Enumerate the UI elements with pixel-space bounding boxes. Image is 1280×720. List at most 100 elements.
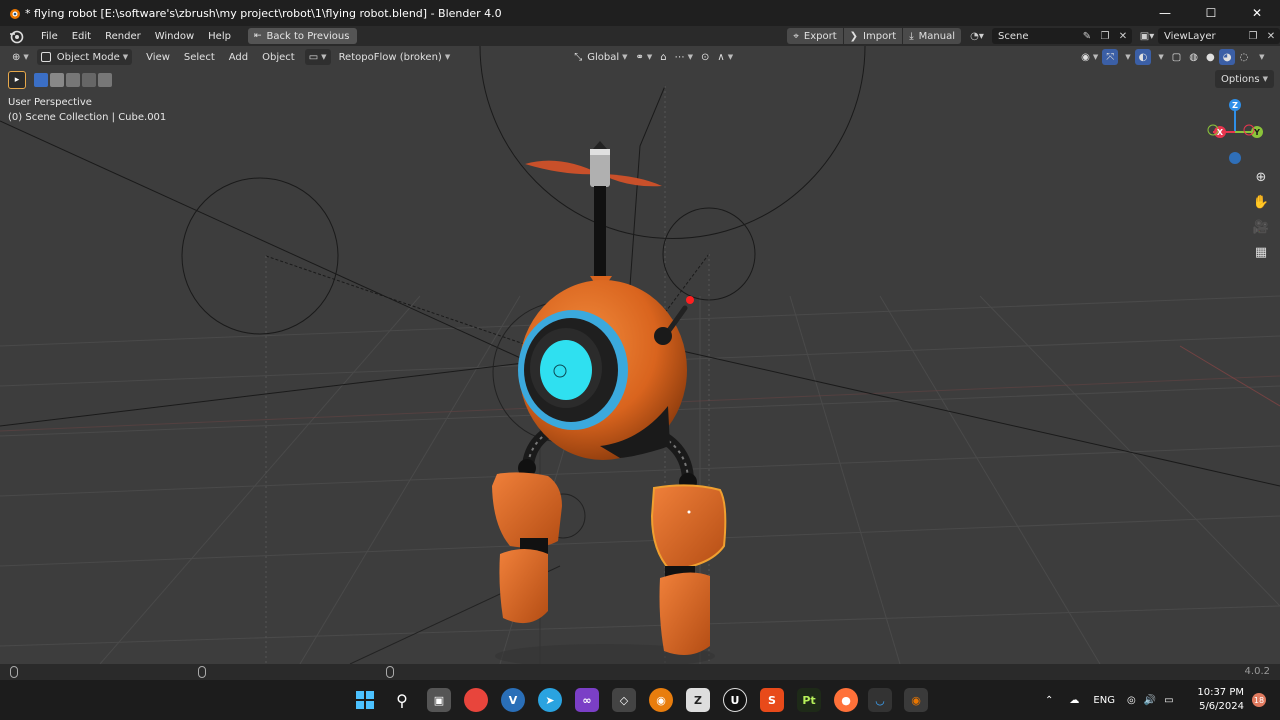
delete-scene-icon[interactable]: ✕ [1114, 28, 1132, 44]
battery-icon[interactable]: ▭ [1164, 695, 1173, 706]
blender-taskbar-icon[interactable]: ◉ [649, 688, 673, 712]
export-icon: ⌖ [793, 30, 799, 42]
viewport-scene[interactable] [0, 46, 1280, 664]
camera-view-icon[interactable]: 🎥 [1250, 216, 1272, 238]
menu-help[interactable]: Help [201, 31, 238, 42]
select-subtract-icon[interactable] [66, 73, 80, 87]
editor-type-button[interactable]: ⊕ ▼ [8, 49, 33, 65]
ortho-grid-icon[interactable]: ▦ [1250, 241, 1272, 263]
wireframe-shading-icon[interactable]: ◍ [1185, 49, 1202, 65]
firefox-icon[interactable]: ● [834, 688, 858, 712]
visual-studio-icon[interactable]: ∞ [575, 688, 599, 712]
retopoflow-icon-dropdown[interactable]: ▭ ▼ [304, 49, 331, 65]
falloff-icon[interactable]: ∧ ▼ [713, 49, 737, 65]
blender-icon [10, 9, 20, 19]
back-to-previous-button[interactable]: ⇤ Back to Previous [247, 28, 358, 44]
select-tool-icon[interactable]: ▸ [8, 71, 26, 89]
gizmo-toggle-icon[interactable]: ⤧ [1102, 49, 1119, 65]
volume-icon[interactable]: 🔊 [1144, 695, 1156, 706]
menu-edit[interactable]: Edit [65, 31, 98, 42]
status-bar: 4.0.2 [0, 664, 1280, 680]
windows-start-icon[interactable] [353, 688, 377, 712]
search-icon[interactable]: ⚲ [390, 688, 414, 712]
app-active-icon[interactable]: ◡ [868, 688, 892, 712]
menu-add[interactable]: Add [225, 49, 252, 65]
solid-shading-icon[interactable]: ● [1202, 49, 1219, 65]
blender-logo-icon[interactable] [8, 28, 24, 44]
select-intersect-icon[interactable] [98, 73, 112, 87]
clock[interactable]: 10:37 PM 5/6/2024 [1197, 686, 1244, 714]
snap-target-icon[interactable]: ⋯ ▼ [671, 49, 697, 65]
export-button[interactable]: ⌖ Export [787, 28, 843, 44]
new-viewlayer-icon[interactable]: ❐ [1244, 28, 1262, 44]
maximize-button[interactable]: ☐ [1188, 0, 1234, 26]
network-icon[interactable]: ◎ [1127, 695, 1136, 706]
import-button[interactable]: ❯ Import [843, 28, 903, 44]
perspective-label: User Perspective [8, 97, 92, 108]
zbrush-icon[interactable]: Z [686, 688, 710, 712]
transform-orientation-dropdown[interactable]: ⤡ Global ▼ [570, 49, 631, 65]
blender-active-icon[interactable]: ◉ [904, 688, 928, 712]
menu-select[interactable]: Select [180, 49, 219, 65]
download-icon: ⤓ [909, 30, 914, 42]
vivaldi-icon[interactable]: V [501, 688, 525, 712]
unity-icon[interactable]: ◇ [612, 688, 636, 712]
unreal-icon[interactable]: U [723, 688, 747, 712]
task-view-icon[interactable]: ▣ [427, 688, 451, 712]
pin-icon[interactable]: ✎ [1078, 28, 1096, 44]
mouse-middle-icon [198, 666, 206, 678]
navigation-gizmo[interactable]: Z X Y [1200, 96, 1270, 176]
gizmo-z-label: Z [1232, 101, 1238, 110]
pan-hand-icon[interactable]: ✋ [1250, 191, 1272, 213]
viewlayer-field[interactable]: ViewLayer ❐ ✕ [1158, 28, 1280, 44]
overlays-dropdown[interactable]: ▼ [1151, 49, 1167, 65]
material-shading-icon[interactable]: ◕ [1218, 49, 1236, 65]
retopoflow-menu[interactable]: RetopoFlow (broken) ▼ [335, 49, 455, 65]
onedrive-icon[interactable]: ☁ [1069, 695, 1079, 706]
chevron-up-icon[interactable]: ⌃ [1045, 695, 1053, 706]
language-indicator[interactable]: ENG [1093, 695, 1115, 706]
scene-selector-icon[interactable]: ◔▾ [968, 28, 986, 44]
menu-view[interactable]: View [142, 49, 174, 65]
telegram-icon[interactable]: ➤ [538, 688, 562, 712]
3d-viewport[interactable]: ⊕ ▼ Object Mode ▼ View Select Add Object ▭… [0, 46, 1280, 664]
proportional-edit-icon[interactable]: ⊙ [697, 49, 713, 65]
menu-render[interactable]: Render [98, 31, 148, 42]
export-label: Export [803, 30, 837, 42]
selection-tool-row: ▸ [8, 71, 114, 89]
transform-orientation-label: Global [587, 51, 620, 63]
chrome-icon[interactable] [464, 688, 488, 712]
orientation-icon: ⤡ [574, 51, 583, 63]
retopoflow-label: RetopoFlow (broken) [338, 51, 442, 63]
back-to-previous-label: Back to Previous [266, 30, 350, 42]
overlays-toggle-icon[interactable]: ◐ [1134, 49, 1152, 65]
minimize-button[interactable]: — [1142, 0, 1188, 26]
close-button[interactable]: ✕ [1234, 0, 1280, 26]
manual-button[interactable]: ⤓ Manual [903, 28, 961, 44]
menu-file[interactable]: File [34, 31, 65, 42]
menu-object[interactable]: Object [258, 49, 299, 65]
scene-field[interactable]: Scene ✎ ❐ ✕ [992, 28, 1132, 44]
select-extend-icon[interactable] [50, 73, 64, 87]
options-dropdown[interactable]: Options ▼ [1215, 70, 1274, 88]
delete-viewlayer-icon[interactable]: ✕ [1262, 28, 1280, 44]
xray-icon[interactable]: ▢ [1168, 49, 1185, 65]
select-invert-icon[interactable] [82, 73, 96, 87]
robot-body[interactable] [518, 280, 687, 460]
snap-icon[interactable]: ⌂ [656, 49, 670, 65]
viewport-header: ⊕ ▼ Object Mode ▼ View Select Add Object ▭… [0, 46, 1280, 68]
visibility-icon[interactable]: ◉ ▼ [1077, 49, 1102, 65]
shading-dropdown[interactable]: ▼ [1252, 49, 1268, 65]
notification-badge[interactable]: 18 [1252, 693, 1266, 707]
gizmo-dropdown[interactable]: ▼ [1118, 49, 1134, 65]
object-mode-dropdown[interactable]: Object Mode ▼ [36, 49, 133, 65]
substance-icon[interactable]: S [760, 688, 784, 712]
menu-window[interactable]: Window [148, 31, 201, 42]
viewlayer-selector-icon[interactable]: ▣▾ [1138, 28, 1156, 44]
new-scene-icon[interactable]: ❐ [1096, 28, 1114, 44]
pivot-point-icon[interactable]: ⚭ ▼ [632, 49, 657, 65]
substance-painter-icon[interactable]: Pt [797, 688, 821, 712]
select-new-icon[interactable] [34, 73, 48, 87]
rendered-shading-icon[interactable]: ◌ [1235, 49, 1252, 65]
zoom-icon[interactable]: ⊕ [1250, 166, 1272, 188]
